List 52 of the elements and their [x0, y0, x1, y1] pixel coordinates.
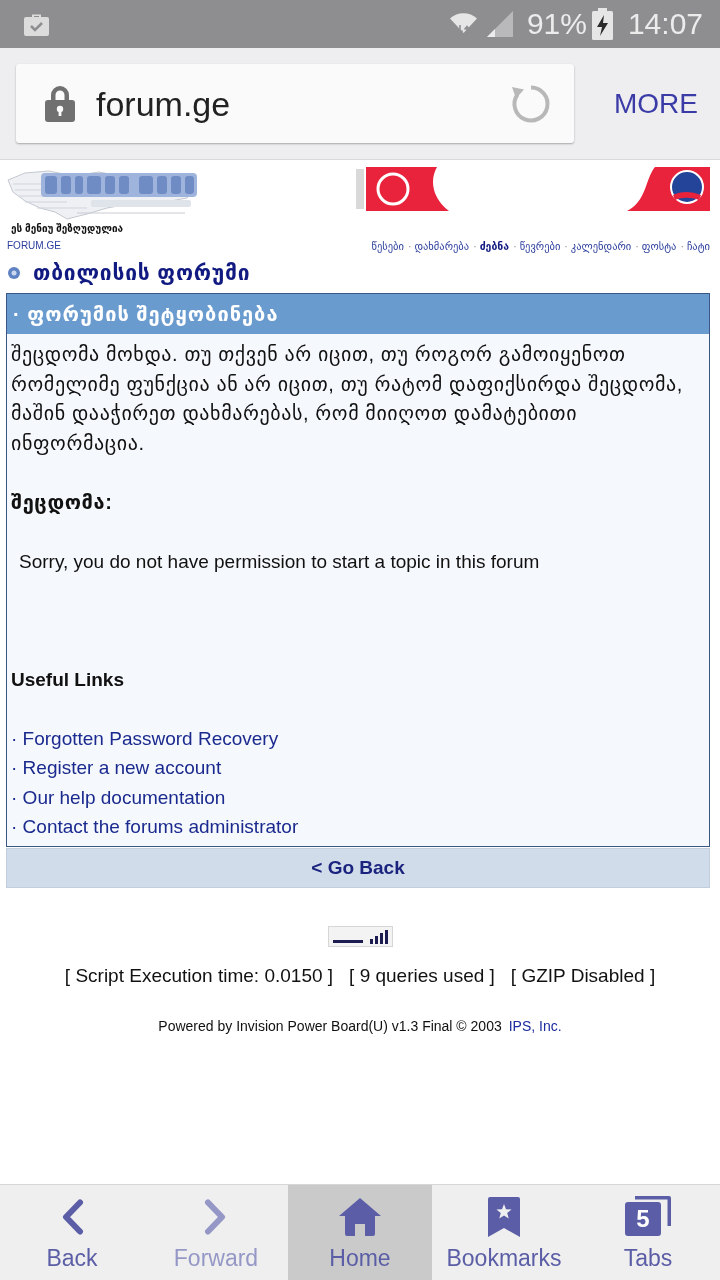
briefcase-check-icon [24, 12, 49, 36]
help-link[interactable]: · Register a new account [11, 753, 222, 783]
url-text: forum.ge [96, 83, 232, 124]
menu-notice: ეს მენიუ შეზღუდულია [10, 223, 124, 235]
error-message: Sorry, you do not have permission to start a topic in this forum [18, 549, 540, 574]
address-bar[interactable]: forum.ge [16, 64, 574, 143]
nav-link[interactable]: წევრები [519, 240, 561, 252]
link-bullet: · [473, 240, 477, 252]
stats-text: [ 9 queries used ] [349, 963, 495, 987]
ad-banner[interactable] [355, 167, 710, 211]
links-heading: Useful Links [11, 667, 124, 692]
nav-link[interactable]: წესები [371, 240, 404, 252]
tabs-button[interactable]: 5 Tabs [576, 1185, 720, 1280]
forum-logo[interactable] [7, 168, 197, 220]
help-link[interactable]: · Forgotten Password Recovery [11, 723, 279, 753]
counter-badge[interactable] [327, 925, 393, 947]
link-bullet: · [564, 240, 568, 252]
bookmarks-button[interactable]: Bookmarks [432, 1185, 576, 1280]
nav-link[interactable]: დახმარება [414, 240, 470, 252]
stats-text: [ Script Execution time: 0.0150 ] [64, 963, 334, 987]
chevron-right-icon [204, 1199, 228, 1235]
home-button[interactable]: Home [288, 1185, 432, 1280]
battery-percent: 91% [526, 7, 587, 41]
nav-link[interactable]: ძებნა [479, 240, 510, 252]
link-bullet: · [680, 240, 684, 252]
clock-time: 14:07 [627, 7, 703, 41]
error-label: შეცდომა: [11, 489, 113, 516]
panel-title-bar: · ფორუმის შეტყობინება [7, 294, 709, 334]
bullet-dot-icon [8, 267, 20, 279]
error-description: შეცდომა მოხდა. თუ თქვენ არ იცით, თუ როგორ გამოიყენოთ რომელიმე ფუნქცია ან არ იცით, თუ რატომ დაფიქსირდა შეცდომა, მაშინ დააჭირეთ დახმარებას, რომ მიიღოთ დამატებითი ინფორმაცია. [11, 342, 684, 457]
powered-by-text: Powered by Invision Power Board(U) v1.3 Final © 2003 [158, 1017, 502, 1035]
chevron-left-icon [60, 1199, 84, 1235]
company-link[interactable]: IPS, Inc. [508, 1017, 562, 1035]
bookmark-star-icon [488, 1197, 520, 1237]
site-link[interactable]: FORUM.GE [7, 240, 61, 252]
help-link[interactable]: · Contact the forums administrator [11, 812, 299, 842]
signal-icon [486, 11, 513, 37]
nav-link[interactable]: ფოსტა [641, 240, 677, 252]
link-bullet: · [635, 240, 639, 252]
battery-charging-icon [591, 8, 613, 40]
more-button[interactable]: MORE [600, 77, 712, 130]
help-link[interactable]: · Our help documentation [11, 782, 226, 812]
board-title: თბილისის ფორუმი [33, 261, 251, 285]
nav-link[interactable]: ჩატი [686, 240, 710, 252]
link-bullet: · [513, 240, 517, 252]
link-bullet: · [407, 240, 412, 252]
nav-link[interactable]: კალენდარი [570, 240, 632, 252]
go-back-button[interactable]: < Go Back [6, 847, 710, 888]
home-icon [339, 1198, 381, 1236]
stats-text: [ GZIP Disabled ] [510, 963, 656, 987]
lock-icon [45, 85, 75, 122]
back-button[interactable]: Back [0, 1185, 144, 1280]
